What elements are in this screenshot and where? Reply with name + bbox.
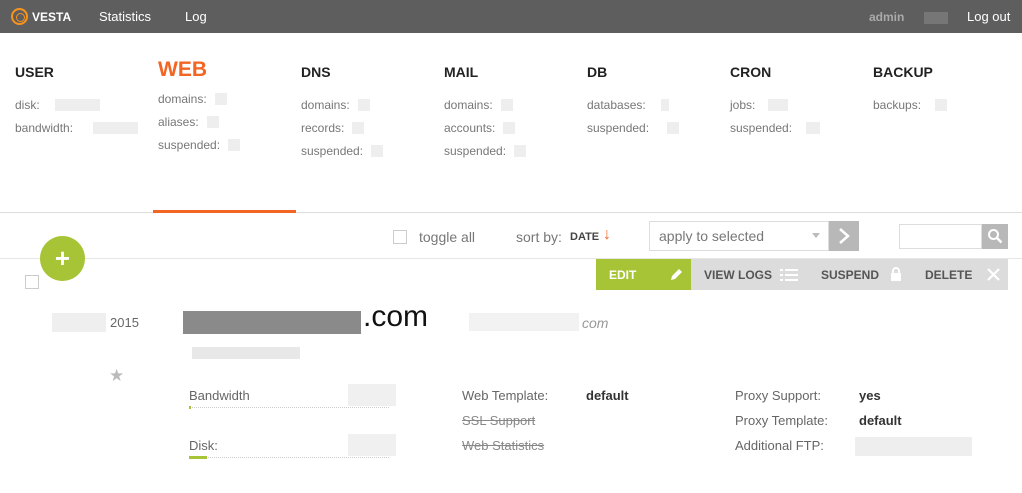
sort-direction-icon[interactable]: ↓ (603, 226, 611, 244)
edit-button[interactable]: EDIT (596, 259, 691, 290)
record-actions: EDIT VIEW LOGS SUSPEND DELETE (596, 259, 1008, 290)
caret-down-icon (812, 233, 820, 238)
stat-databases: databases: (587, 96, 679, 113)
tab-cron[interactable]: CRON jobs: suspended: (730, 64, 821, 136)
additional-ftp-redacted (855, 437, 972, 456)
search-button[interactable] (982, 224, 1008, 249)
additional-ftp-label: Additional FTP: (735, 438, 824, 453)
stat-web-aliases: aliases: (158, 113, 240, 130)
brand-name: VESTA (32, 9, 72, 24)
top-bar: VESTA Statistics Log admin Log out (0, 0, 1022, 33)
sort-by-value[interactable]: DATE (570, 231, 599, 243)
toggle-all-checkbox[interactable] (393, 230, 407, 244)
add-domain-button[interactable]: + (40, 236, 85, 281)
bandwidth-value-redacted (348, 384, 396, 406)
tab-db-title: DB (587, 64, 608, 80)
bandwidth-label: Bandwidth (189, 388, 250, 403)
stat-backups: backups: (873, 96, 948, 113)
tab-user-title: USER (15, 64, 54, 80)
record-year: 2015 (110, 315, 139, 330)
stat-cron-suspended: suspended: (730, 119, 821, 136)
stat-mail-domains: domains: (444, 96, 526, 113)
web-template-value: default (586, 388, 629, 403)
tab-mail-title: MAIL (444, 64, 479, 80)
disk-label: Disk: (189, 438, 218, 453)
proxy-template-value: default (859, 413, 902, 428)
stat-disk: disk: (15, 96, 138, 113)
bulk-action-value: apply to selected (659, 228, 765, 244)
suspend-button[interactable]: SUSPEND (807, 259, 911, 290)
domain-name-redacted (183, 311, 361, 334)
lock-icon (891, 267, 901, 281)
disk-meter-track (189, 457, 389, 458)
stat-web-domains: domains: (158, 90, 240, 107)
nav-statistics[interactable]: Statistics (99, 9, 151, 24)
web-template-label: Web Template: (462, 388, 549, 403)
ssl-support-label: SSL Support (462, 413, 536, 428)
record-checkbox[interactable] (25, 275, 39, 289)
toggle-all-label[interactable]: toggle all (419, 229, 475, 245)
list-icon (780, 269, 798, 281)
stat-dns-records: records: (301, 119, 383, 136)
tab-backup-title: BACKUP (873, 64, 933, 80)
record-date-redacted (52, 313, 106, 332)
disk-meter-fill (189, 456, 207, 459)
tab-user[interactable]: USER disk: bandwidth: (15, 64, 139, 136)
bandwidth-meter-fill (189, 406, 191, 409)
disk-value-redacted (348, 434, 396, 456)
stat-dns-domains: domains: (301, 96, 383, 113)
view-logs-button[interactable]: VIEW LOGS (691, 259, 807, 290)
ip-address-redacted (192, 347, 300, 359)
stat-bandwidth: bandwidth: (15, 119, 139, 136)
domain-name: .com (363, 300, 429, 333)
stat-mail-accounts: accounts: (444, 119, 526, 136)
chevron-right-icon (839, 228, 850, 244)
bandwidth-meter-track (189, 407, 389, 408)
vesta-logo[interactable]: VESTA (11, 8, 71, 25)
sort-by-label: sort by: (516, 229, 562, 245)
nav-log[interactable]: Log (185, 9, 207, 24)
star-icon[interactable]: ★ (109, 366, 124, 386)
tab-backup[interactable]: BACKUP backups: (873, 64, 948, 113)
vesta-logo-icon (11, 8, 28, 25)
tab-web[interactable]: WEB domains: aliases: suspended: (158, 58, 241, 153)
tab-dns-title: DNS (301, 64, 331, 80)
tab-web-title: WEB (158, 58, 207, 81)
tab-cron-title: CRON (730, 64, 772, 80)
delete-button[interactable]: DELETE (911, 259, 1008, 290)
user-info-redacted (924, 12, 948, 24)
web-statistics-label: Web Statistics (462, 438, 545, 453)
search-input[interactable] (899, 224, 982, 249)
proxy-support-label: Proxy Support: (735, 388, 821, 403)
pencil-icon (671, 269, 682, 280)
user-name[interactable]: admin (869, 10, 904, 24)
stat-dns-suspended: suspended: (301, 142, 384, 159)
close-icon (987, 268, 1000, 281)
active-tab-indicator (153, 210, 296, 213)
proxy-template-label: Proxy Template: (735, 413, 828, 428)
bulk-action-select[interactable]: apply to selected (649, 221, 829, 251)
search-icon (988, 229, 1003, 244)
tab-dns[interactable]: DNS domains: records: suspended: (301, 64, 384, 159)
domain-alias: com (582, 315, 609, 331)
stat-mail-suspended: suspended: (444, 142, 527, 159)
tab-mail[interactable]: MAIL domains: accounts: suspended: (444, 64, 527, 159)
alias-redacted (469, 313, 579, 331)
proxy-support-value: yes (859, 388, 881, 403)
logout-link[interactable]: Log out (967, 9, 1010, 24)
stat-web-suspended: suspended: (158, 136, 241, 153)
stat-db-suspended: suspended: (587, 119, 680, 136)
tab-db[interactable]: DB databases: suspended: (587, 64, 680, 136)
stat-cron-jobs: jobs: (730, 96, 820, 113)
apply-button[interactable] (829, 221, 859, 251)
